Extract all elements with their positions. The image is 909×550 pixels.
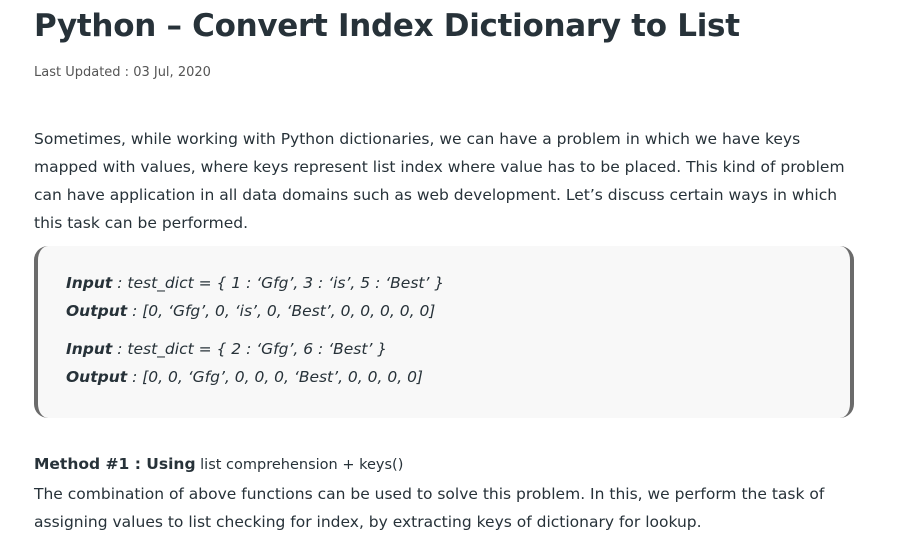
input-value: : test_dict = { 1 : ‘Gfg’, 3 : ‘is’, 5 :… bbox=[112, 274, 445, 292]
example-1-input: Input : test_dict = { 1 : ‘Gfg’, 3 : ‘is… bbox=[66, 274, 444, 292]
example-2-input: Input : test_dict = { 2 : ‘Gfg’, 6 : ‘Be… bbox=[66, 340, 387, 358]
input-label: Input bbox=[66, 274, 113, 292]
method-heading-label: Method #1 : Using bbox=[34, 455, 196, 473]
example-box: Input : test_dict = { 1 : ‘Gfg’, 3 : ‘is… bbox=[34, 246, 854, 418]
input-label: Input bbox=[66, 340, 113, 358]
output-value: : [0, ‘Gfg’, 0, ‘is’, 0, ‘Best’, 0, 0, 0… bbox=[127, 302, 436, 320]
page-title: Python – Convert Index Dictionary to Lis… bbox=[34, 8, 740, 44]
output-label: Output bbox=[66, 302, 128, 320]
method-paragraph: The combination of above functions can b… bbox=[34, 485, 825, 531]
method-heading-detail: list comprehension + keys() bbox=[195, 457, 404, 473]
output-value: : [0, 0, ‘Gfg’, 0, 0, 0, ‘Best’, 0, 0, 0… bbox=[127, 368, 423, 386]
example-1-output: Output : [0, ‘Gfg’, 0, ‘is’, 0, ‘Best’, … bbox=[66, 302, 435, 320]
intro-paragraph: Sometimes, while working with Python dic… bbox=[34, 130, 845, 232]
input-value: : test_dict = { 2 : ‘Gfg’, 6 : ‘Best’ } bbox=[112, 340, 388, 358]
method-heading: Method #1 : Using list comprehension + k… bbox=[34, 455, 403, 473]
example-2-output: Output : [0, 0, ‘Gfg’, 0, 0, 0, ‘Best’, … bbox=[66, 368, 423, 386]
output-label: Output bbox=[66, 368, 128, 386]
last-updated: Last Updated : 03 Jul, 2020 bbox=[34, 65, 211, 80]
